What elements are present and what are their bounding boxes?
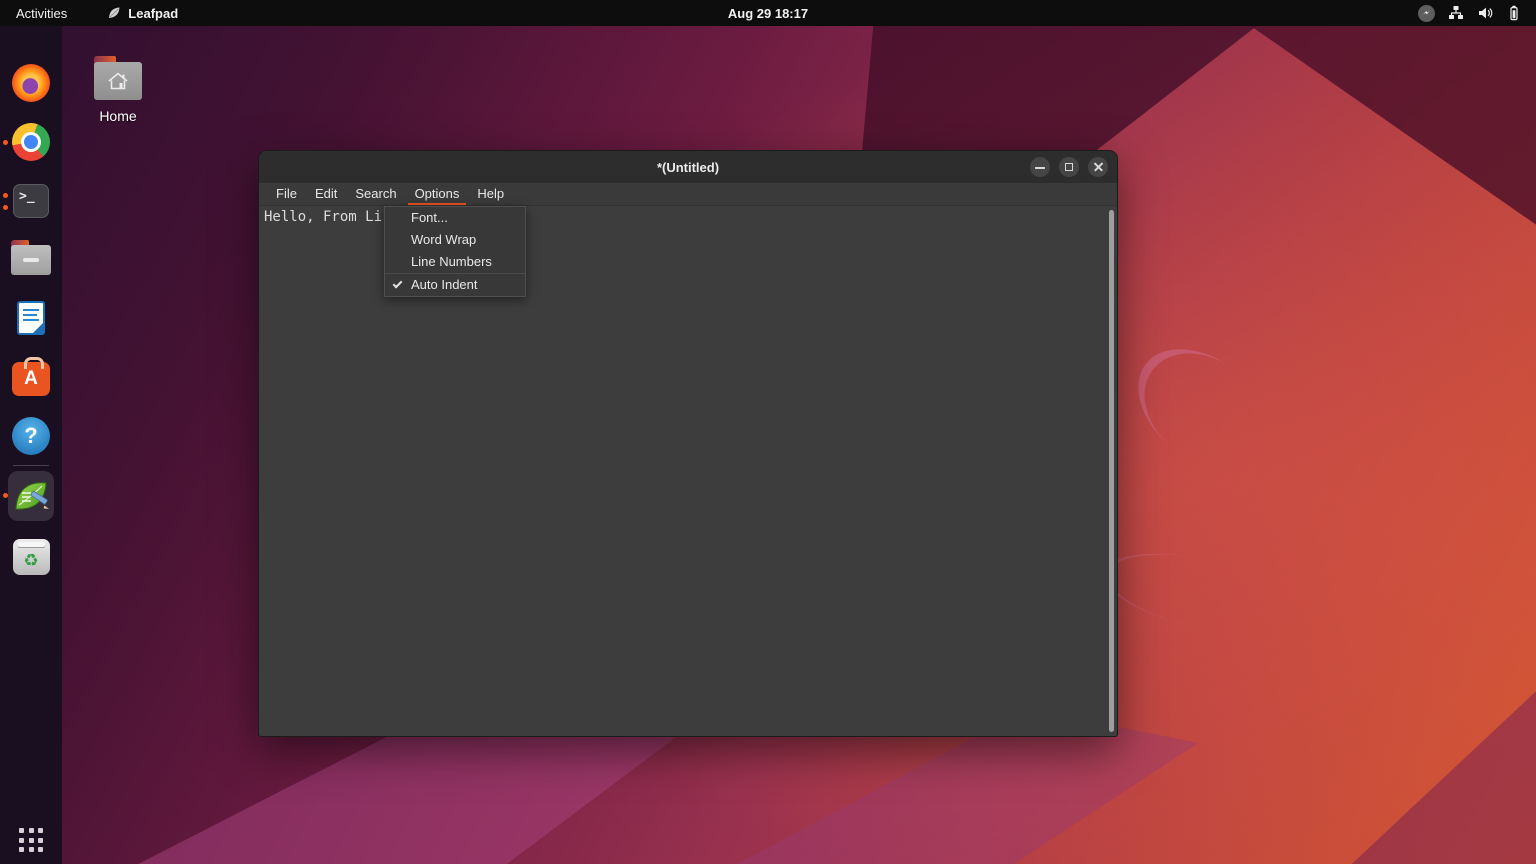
window-title: *(Untitled) <box>656 159 720 175</box>
system-tray <box>1418 0 1536 26</box>
check-icon <box>392 278 403 289</box>
house-glyph <box>108 72 128 90</box>
top-bar: Activities Leafpad Aug 29 18:17 <box>0 0 1536 26</box>
dock-item-ubuntu-software[interactable]: A <box>11 357 51 397</box>
running-dot <box>3 493 8 498</box>
minimize-icon <box>1035 167 1045 169</box>
dock-item-libreoffice-writer[interactable] <box>11 298 51 338</box>
menu-item-auto-indent[interactable]: Auto Indent <box>385 274 525 296</box>
help-icon: ? <box>12 417 50 455</box>
menu-item-font[interactable]: Font... <box>385 207 525 229</box>
show-applications-button[interactable] <box>19 828 43 852</box>
activities-button[interactable]: Activities <box>0 0 85 26</box>
close-button[interactable] <box>1088 157 1108 177</box>
trash-icon: ♻ <box>12 539 50 575</box>
desktop-screen: Activities Leafpad Aug 29 18:17 >_ A ? ♻… <box>0 0 1536 864</box>
menu-file[interactable]: File <box>267 183 306 205</box>
leafpad-window: *(Untitled) File Edit Search Options Hel… <box>258 150 1118 737</box>
leafpad-icon <box>15 482 49 510</box>
home-folder-icon <box>94 56 142 100</box>
running-dot <box>3 140 8 145</box>
desktop-icon-label: Home <box>99 108 137 124</box>
focused-app-indicator[interactable]: Leafpad <box>107 6 178 21</box>
menu-help[interactable]: Help <box>468 183 513 205</box>
menu-edit[interactable]: Edit <box>306 183 346 205</box>
dock: >_ A ? ♻ <box>0 26 62 864</box>
messenger-bolt-glyph <box>1423 10 1430 14</box>
messenger-icon[interactable] <box>1418 4 1435 22</box>
maximize-button[interactable] <box>1059 157 1079 177</box>
menu-options[interactable]: Options <box>406 183 469 205</box>
dock-item-leafpad[interactable] <box>3 471 54 521</box>
titlebar[interactable]: *(Untitled) <box>259 151 1117 183</box>
window-controls <box>1030 157 1108 177</box>
desktop-icon-home[interactable]: Home <box>88 56 148 124</box>
dock-item-trash[interactable]: ♻ <box>11 537 51 577</box>
battery-icon[interactable] <box>1506 5 1522 21</box>
running-dot <box>3 193 8 198</box>
dock-item-firefox[interactable] <box>11 63 51 103</box>
files-icon <box>11 240 51 275</box>
dock-item-help[interactable]: ? <box>11 416 51 456</box>
options-dropdown-menu: Font... Word Wrap Line Numbers Auto Inde… <box>384 206 526 297</box>
menu-item-word-wrap[interactable]: Word Wrap <box>385 229 525 251</box>
dock-separator <box>13 465 49 466</box>
vertical-scrollbar[interactable] <box>1109 210 1114 732</box>
clock[interactable]: Aug 29 18:17 <box>716 0 820 26</box>
dock-item-files[interactable] <box>11 240 51 280</box>
menu-item-line-numbers[interactable]: Line Numbers <box>385 251 525 273</box>
ubuntu-software-icon: A <box>12 357 50 396</box>
chrome-icon <box>12 123 50 161</box>
focused-app-name: Leafpad <box>128 5 179 21</box>
dock-item-terminal[interactable]: >_ <box>3 181 51 221</box>
maximize-icon <box>1065 163 1073 171</box>
leafpad-leaf-icon <box>109 7 120 18</box>
terminal-icon: >_ <box>13 184 49 218</box>
volume-icon[interactable] <box>1477 5 1493 21</box>
wired-network-icon[interactable] <box>1448 5 1464 21</box>
wallpaper-swoosh <box>1095 537 1325 653</box>
menu-bar: File Edit Search Options Help <box>259 183 1117 206</box>
editor-text: Hello, From Li <box>264 209 383 225</box>
running-dot <box>3 205 8 210</box>
minimize-button[interactable] <box>1030 157 1050 177</box>
dock-item-chrome[interactable] <box>3 122 51 162</box>
wallpaper-swoosh <box>1115 324 1295 496</box>
menu-search[interactable]: Search <box>346 183 405 205</box>
menu-item-label: Auto Indent <box>411 277 478 292</box>
libreoffice-writer-icon <box>17 301 45 335</box>
firefox-icon <box>12 64 50 102</box>
